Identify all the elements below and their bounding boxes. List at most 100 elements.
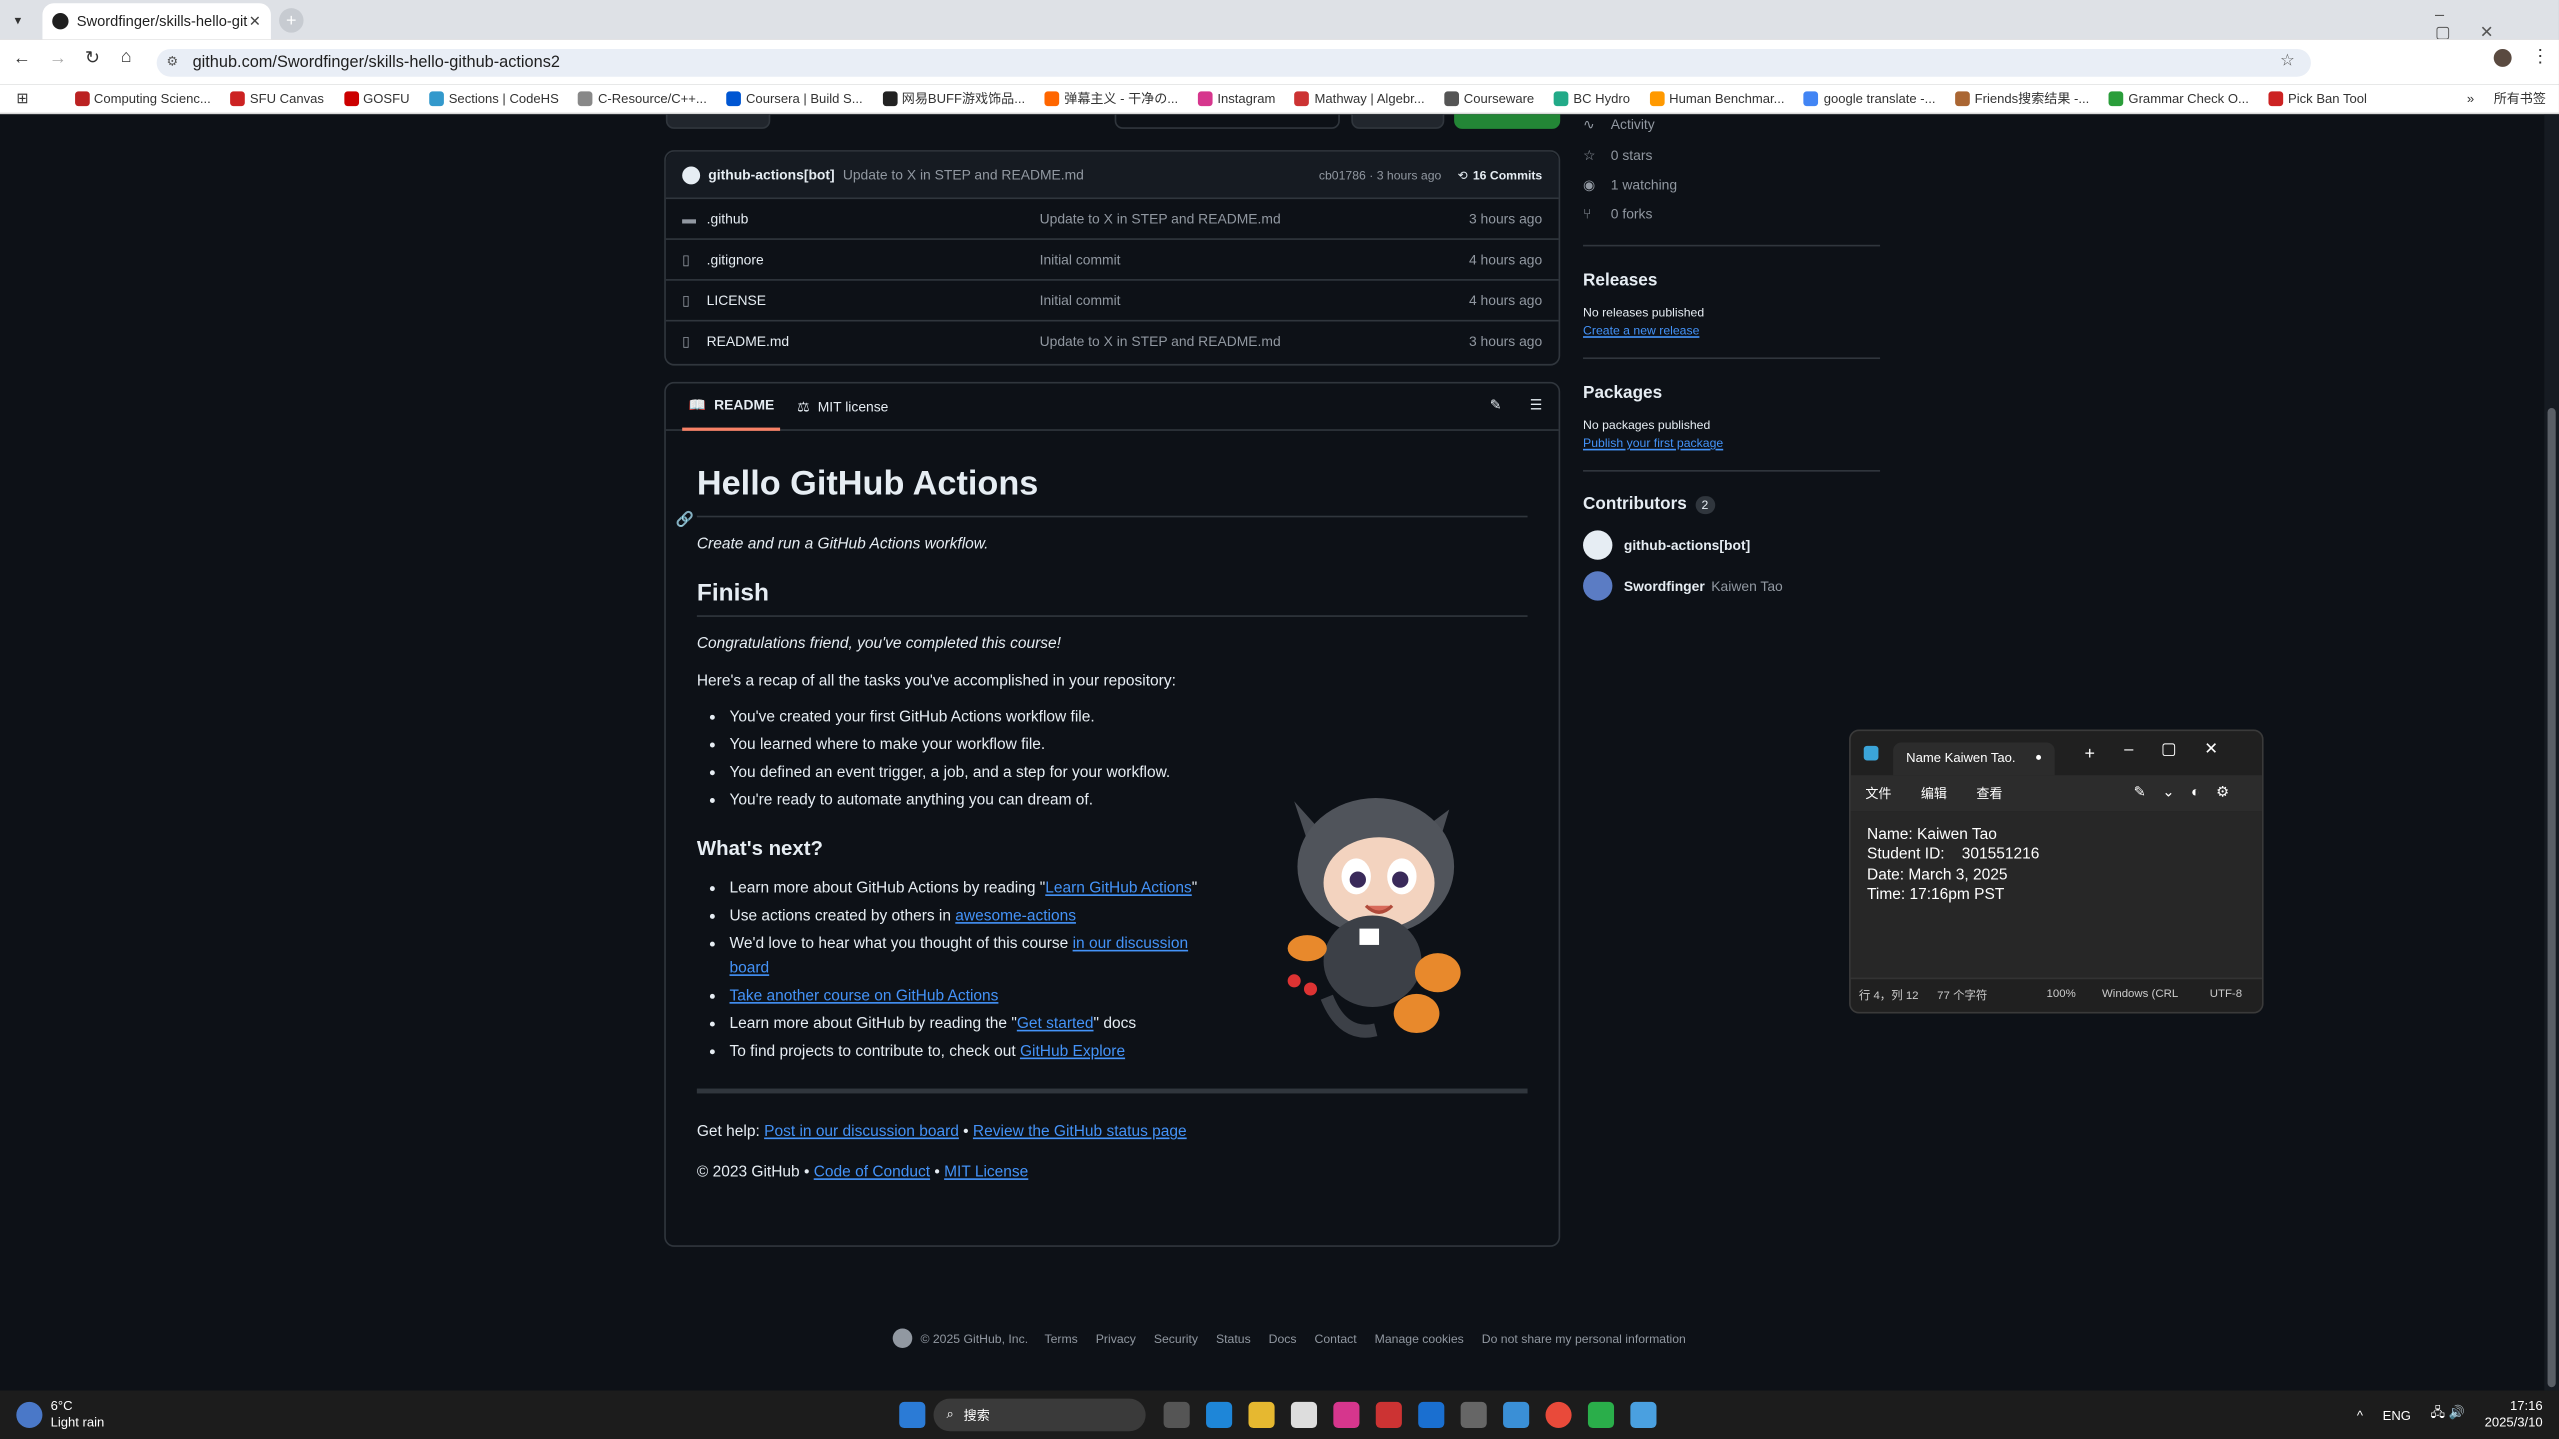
bookmark-item[interactable]: Computing Scienc...: [74, 91, 211, 107]
task-view-icon[interactable]: [1163, 1401, 1190, 1428]
menu-icon[interactable]: ⋮: [2531, 46, 2549, 67]
forward-icon[interactable]: →: [49, 49, 67, 69]
stars-link[interactable]: ☆ 0 stars: [1583, 140, 1885, 169]
window-controls[interactable]: –▢✕: [2435, 7, 2559, 43]
file-commit-msg[interactable]: Update to X in STEP and README.md: [1040, 333, 1469, 349]
edge-icon[interactable]: [1206, 1401, 1233, 1428]
file-explorer-icon[interactable]: [1248, 1401, 1275, 1428]
scrollbar-thumb[interactable]: [2547, 408, 2556, 1388]
network-volume-icon[interactable]: 🖧 🔊: [2431, 1404, 2465, 1427]
file-name[interactable]: LICENSE: [707, 292, 1040, 308]
post-discussion-link[interactable]: Post in our discussion board: [764, 1123, 959, 1141]
new-tab-button[interactable]: +: [279, 8, 304, 33]
bookmark-item[interactable]: Grammar Check O...: [2108, 91, 2249, 107]
tab-readme[interactable]: 📖 README: [682, 383, 781, 431]
bookmark-star-icon[interactable]: ☆: [2280, 52, 2295, 70]
get-started-link[interactable]: Get started: [1017, 1015, 1094, 1033]
bookmark-item[interactable]: Instagram: [1197, 91, 1275, 107]
address-bar[interactable]: ⚙ github.com/Swordfinger/skills-hello-gi…: [156, 48, 2311, 77]
another-course-link[interactable]: Take another course on GitHub Actions: [730, 987, 999, 1005]
bookmark-item[interactable]: Human Benchmar...: [1649, 91, 1785, 107]
bookmark-item[interactable]: BC Hydro: [1553, 91, 1630, 107]
line-ending[interactable]: Windows (CRL: [2102, 989, 2210, 1000]
file-name[interactable]: .gitignore: [707, 251, 1040, 267]
tab-license[interactable]: ⚖ MIT license: [781, 383, 905, 430]
watching-link[interactable]: ◉ 1 watching: [1583, 170, 1885, 199]
notepad-icon[interactable]: [1630, 1401, 1657, 1428]
bookmark-item[interactable]: 弹幕主义 - 干净の...: [1044, 90, 1178, 108]
bookmark-item[interactable]: Pick Ban Tool: [2268, 91, 2367, 107]
bookmark-item[interactable]: GOSFU: [343, 91, 410, 107]
go-to-file-input[interactable]: [1114, 114, 1340, 129]
file-commit-msg[interactable]: Initial commit: [1040, 292, 1469, 308]
start-icon[interactable]: [899, 1401, 926, 1428]
commits-link[interactable]: 16 Commits: [1473, 167, 1542, 182]
github-logo-icon[interactable]: [892, 1328, 913, 1349]
bookmark-item[interactable]: C-Resource/C++...: [578, 91, 707, 107]
store-icon[interactable]: [1290, 1401, 1318, 1428]
footer-link[interactable]: Contact: [1314, 1331, 1356, 1346]
bookmark-item[interactable]: Coursera | Build S...: [726, 91, 863, 107]
photos-icon[interactable]: [1503, 1401, 1530, 1428]
notepad-menu-item[interactable]: 编辑: [1921, 784, 1947, 802]
file-commit-msg[interactable]: Update to X in STEP and README.md: [1040, 211, 1469, 227]
footer-link[interactable]: Terms: [1044, 1331, 1077, 1346]
bookmark-item[interactable]: SFU Canvas: [230, 91, 324, 107]
branch-button[interactable]: [665, 114, 771, 129]
tab-search-icon[interactable]: ▾: [7, 8, 30, 31]
steam-icon[interactable]: [1460, 1401, 1487, 1428]
file-row[interactable]: ▯ LICENSE Initial commit 4 hours ago: [665, 279, 1559, 320]
taskbar-search[interactable]: ⌕ 搜索: [933, 1398, 1146, 1432]
more-bookmarks-icon[interactable]: »: [2467, 91, 2474, 106]
profile-avatar[interactable]: [2493, 48, 2512, 67]
footer-link[interactable]: Privacy: [1096, 1331, 1136, 1346]
new-tab-button[interactable]: +: [2084, 743, 2095, 763]
unsaved-dot-icon[interactable]: ●: [2035, 752, 2042, 763]
outlook-icon[interactable]: [1418, 1401, 1445, 1428]
file-name[interactable]: README.md: [707, 333, 1040, 349]
file-row[interactable]: ▬ .github Update to X in STEP and README.m…: [665, 197, 1559, 238]
anchor-link-icon[interactable]: 🔗: [676, 511, 694, 529]
bookmark-item[interactable]: Friends搜索结果 -...: [1955, 90, 2089, 108]
activity-link[interactable]: ∿ Activity: [1583, 114, 1885, 135]
notepad-menu-item[interactable]: 查看: [1976, 784, 2002, 802]
tray-chevron-icon[interactable]: ^: [2357, 1408, 2363, 1423]
commit-message[interactable]: Update to X in STEP and README.md: [843, 166, 1319, 182]
packages-heading[interactable]: Packages: [1583, 384, 1885, 404]
file-name[interactable]: .github: [707, 211, 1040, 227]
browser-tab[interactable]: Swordfinger/skills-hello-gith ✕: [42, 3, 271, 40]
mit-license-link[interactable]: MIT License: [944, 1164, 1028, 1182]
site-info-icon[interactable]: ⚙: [166, 54, 178, 69]
notepad-toolbar-icons[interactable]: ✎⌄◐⚙: [2134, 783, 2246, 801]
code-button[interactable]: [1454, 114, 1561, 129]
notepad-menu-item[interactable]: 文件: [1865, 784, 1891, 802]
bookmark-item[interactable]: google translate -...: [1804, 91, 1935, 107]
bookmark-item[interactable]: Mathway | Algebr...: [1294, 91, 1425, 107]
edit-pencil-icon[interactable]: ✎: [1490, 397, 1502, 415]
back-icon[interactable]: ←: [13, 49, 31, 69]
outline-icon[interactable]: ☰: [1530, 397, 1542, 415]
footer-link[interactable]: Docs: [1269, 1331, 1297, 1346]
commit-hash-time[interactable]: cb01786 · 3 hours ago: [1319, 167, 1442, 182]
footer-link[interactable]: Manage cookies: [1375, 1331, 1464, 1346]
awesome-actions-link[interactable]: awesome-actions: [955, 907, 1076, 925]
contributor-row[interactable]: Swordfinger Kaiwen Tao: [1583, 571, 1885, 601]
bookmark-item[interactable]: Sections | CodeHS: [429, 91, 559, 107]
bookmark-item[interactable]: 网易BUFF游戏饰品...: [882, 90, 1025, 108]
close-tab-icon[interactable]: ✕: [249, 12, 261, 30]
apps-icon[interactable]: ⊞: [16, 90, 28, 108]
releases-heading[interactable]: Releases: [1583, 271, 1885, 291]
learn-actions-link[interactable]: Learn GitHub Actions: [1045, 880, 1192, 898]
create-release-link[interactable]: Create a new release: [1583, 323, 1885, 338]
add-file-button[interactable]: [1351, 114, 1445, 129]
file-row[interactable]: ▯ .gitignore Initial commit 4 hours ago: [665, 238, 1559, 279]
clock[interactable]: 17:16 2025/3/10: [2485, 1399, 2543, 1432]
publish-package-link[interactable]: Publish your first package: [1583, 436, 1885, 451]
file-commit-msg[interactable]: Initial commit: [1040, 251, 1469, 267]
forks-link[interactable]: ⑂ 0 forks: [1583, 199, 1885, 228]
contributor-row[interactable]: github-actions[bot]: [1583, 530, 1885, 560]
input-language[interactable]: ENG: [2383, 1408, 2411, 1423]
contributors-heading[interactable]: Contributors: [1583, 494, 1687, 514]
notepad-window-controls[interactable]: –▢✕: [2124, 741, 2245, 759]
encoding[interactable]: UTF-8: [2210, 989, 2242, 1000]
